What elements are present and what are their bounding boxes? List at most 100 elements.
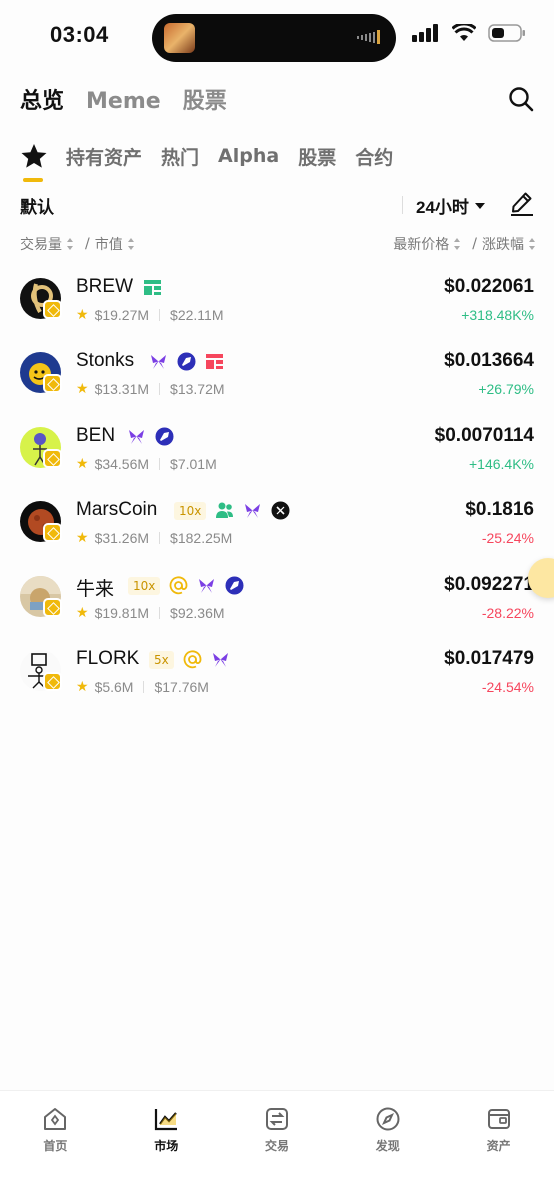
battery-icon bbox=[488, 24, 525, 42]
tab-stocks[interactable]: 股票 bbox=[183, 83, 227, 115]
coin-market-cap: $7.01M bbox=[170, 455, 217, 472]
coin-price: $0.1816 bbox=[465, 499, 534, 520]
bottom-nav: 首页 市场 交易 发现 资产 bbox=[0, 1090, 554, 1200]
sort-price[interactable]: 最新价格 bbox=[393, 234, 449, 254]
coin-meta: ★ $13.31M $13.72M bbox=[76, 380, 225, 397]
sort-header-right: 最新价格 / 涨跌幅 bbox=[393, 234, 536, 254]
coin-tags bbox=[143, 278, 162, 297]
tab-hot[interactable]: 热门 bbox=[161, 143, 199, 170]
edit-pencil-icon[interactable] bbox=[510, 190, 534, 216]
coin-tags: 10x bbox=[174, 501, 290, 520]
discover-icon bbox=[376, 1107, 400, 1131]
tab-holdings[interactable]: 持有资产 bbox=[66, 143, 142, 170]
tab-overview[interactable]: 总览 bbox=[20, 83, 64, 115]
coin-change: +318.48K% bbox=[461, 307, 534, 323]
coin-tags bbox=[149, 352, 224, 371]
chain-badge-icon bbox=[43, 672, 62, 691]
butterfly-icon bbox=[212, 653, 228, 667]
favorite-star-icon[interactable]: ★ bbox=[76, 678, 89, 695]
coin-meta: ★ $34.56M $7.01M bbox=[76, 455, 217, 472]
butterfly-icon bbox=[129, 430, 144, 444]
favorites-star-icon[interactable] bbox=[20, 142, 48, 170]
rocket-badge-icon bbox=[155, 427, 174, 446]
dynamic-island bbox=[152, 14, 396, 62]
leverage-badge: 10x bbox=[174, 501, 207, 520]
dropdown-arrow-icon bbox=[474, 202, 485, 209]
coin-market-cap: $92.36M bbox=[170, 604, 225, 621]
coin-row[interactable]: 牛来 10x ★ $19.81M $92.36M $0.092271 -28.2… bbox=[0, 574, 554, 648]
coin-row[interactable]: BREW ★ $19.27M $22.11M $0.022061 +318.48… bbox=[0, 276, 554, 350]
favorite-star-icon[interactable]: ★ bbox=[76, 604, 89, 621]
time-range-select[interactable]: 24小时 bbox=[416, 193, 485, 218]
search-icon[interactable] bbox=[508, 86, 534, 112]
coin-change: -28.22% bbox=[481, 605, 534, 621]
coin-volume: $31.26M bbox=[94, 529, 150, 546]
coin-volume: $34.56M bbox=[94, 455, 150, 472]
coin-price: $0.013664 bbox=[444, 350, 534, 371]
coin-name: BEN bbox=[76, 425, 116, 446]
favorite-star-icon[interactable]: ★ bbox=[76, 306, 89, 323]
coin-change: -24.54% bbox=[481, 679, 534, 695]
butterfly-icon bbox=[151, 355, 166, 369]
default-sort-button[interactable]: 默认 bbox=[20, 193, 54, 218]
coin-row[interactable]: FLORK 5x ★ $5.6M $17.76M $0.017479 -24.5… bbox=[0, 648, 554, 722]
coin-meta: ★ $19.27M $22.11M bbox=[76, 306, 224, 323]
chain-badge-icon bbox=[43, 523, 62, 542]
coin-price: $0.092271 bbox=[444, 574, 534, 595]
wifi-icon bbox=[452, 24, 476, 41]
coin-row[interactable]: MarsCoin 10x ★ $31.26M $182.25M $0.1816 … bbox=[0, 499, 554, 573]
chain-badge-icon bbox=[43, 374, 62, 393]
audio-bars-icon bbox=[357, 30, 380, 44]
coin-row[interactable]: Stonks ★ $13.31M $13.72M $0.013664 +26.7… bbox=[0, 350, 554, 424]
cellular-signal-icon bbox=[412, 24, 438, 42]
coin-tags bbox=[127, 427, 174, 446]
divider bbox=[402, 196, 403, 214]
listing-icon bbox=[144, 280, 161, 295]
trade-icon bbox=[265, 1108, 288, 1130]
leverage-badge: 5x bbox=[149, 650, 174, 669]
coin-name: BREW bbox=[76, 276, 133, 297]
home-icon bbox=[44, 1108, 67, 1130]
favorite-star-icon[interactable]: ★ bbox=[76, 455, 89, 472]
nav-discover[interactable]: 发现 bbox=[332, 1091, 443, 1200]
coin-volume: $19.81M bbox=[94, 604, 150, 621]
coin-row[interactable]: BEN ★ $34.56M $7.01M $0.0070114 +146.4K% bbox=[0, 425, 554, 499]
rocket-badge-icon bbox=[225, 576, 244, 595]
chain-badge-icon bbox=[43, 598, 62, 617]
at-icon bbox=[183, 650, 202, 669]
coin-volume: $5.6M bbox=[94, 678, 134, 695]
sort-change[interactable]: 涨跌幅 bbox=[482, 234, 524, 254]
tab-meme[interactable]: Meme bbox=[86, 89, 161, 114]
coin-volume: $13.31M bbox=[94, 380, 150, 397]
coin-name: FLORK bbox=[76, 648, 140, 669]
sort-arrows-icon[interactable] bbox=[127, 238, 135, 250]
sort-market-cap[interactable]: 市值 bbox=[95, 234, 123, 254]
tab-alpha[interactable]: Alpha bbox=[218, 145, 279, 167]
time-range-value: 24小时 bbox=[416, 198, 469, 217]
community-icon bbox=[216, 502, 234, 518]
nav-home[interactable]: 首页 bbox=[0, 1091, 111, 1200]
sort-arrows-icon[interactable] bbox=[454, 238, 461, 250]
tab-futures[interactable]: 合约 bbox=[355, 143, 393, 170]
coin-tags: 10x bbox=[128, 576, 244, 595]
favorite-star-icon[interactable]: ★ bbox=[76, 529, 89, 546]
favorite-star-icon[interactable]: ★ bbox=[76, 380, 89, 397]
sort-arrows-icon[interactable] bbox=[529, 238, 536, 250]
coin-market-cap: $13.72M bbox=[170, 380, 225, 397]
sort-header-left: 交易量 / 市值 bbox=[20, 234, 141, 254]
top-tabs: 总览 Meme 股票 bbox=[20, 83, 227, 115]
tab-stocks-sub[interactable]: 股票 bbox=[298, 143, 336, 170]
active-tab-indicator bbox=[23, 178, 43, 182]
chain-badge-icon bbox=[43, 300, 62, 319]
status-icons bbox=[412, 24, 526, 42]
nav-market[interactable]: 市场 bbox=[111, 1091, 222, 1200]
coin-volume: $19.27M bbox=[94, 306, 150, 323]
coin-name: MarsCoin bbox=[76, 499, 158, 520]
sort-volume[interactable]: 交易量 bbox=[20, 234, 62, 254]
sort-arrows-icon[interactable] bbox=[67, 238, 74, 250]
nav-assets[interactable]: 资产 bbox=[443, 1091, 554, 1200]
coin-price: $0.022061 bbox=[444, 276, 534, 297]
butterfly-icon bbox=[199, 579, 215, 593]
nav-trade[interactable]: 交易 bbox=[222, 1091, 333, 1200]
wallet-icon bbox=[487, 1109, 510, 1129]
